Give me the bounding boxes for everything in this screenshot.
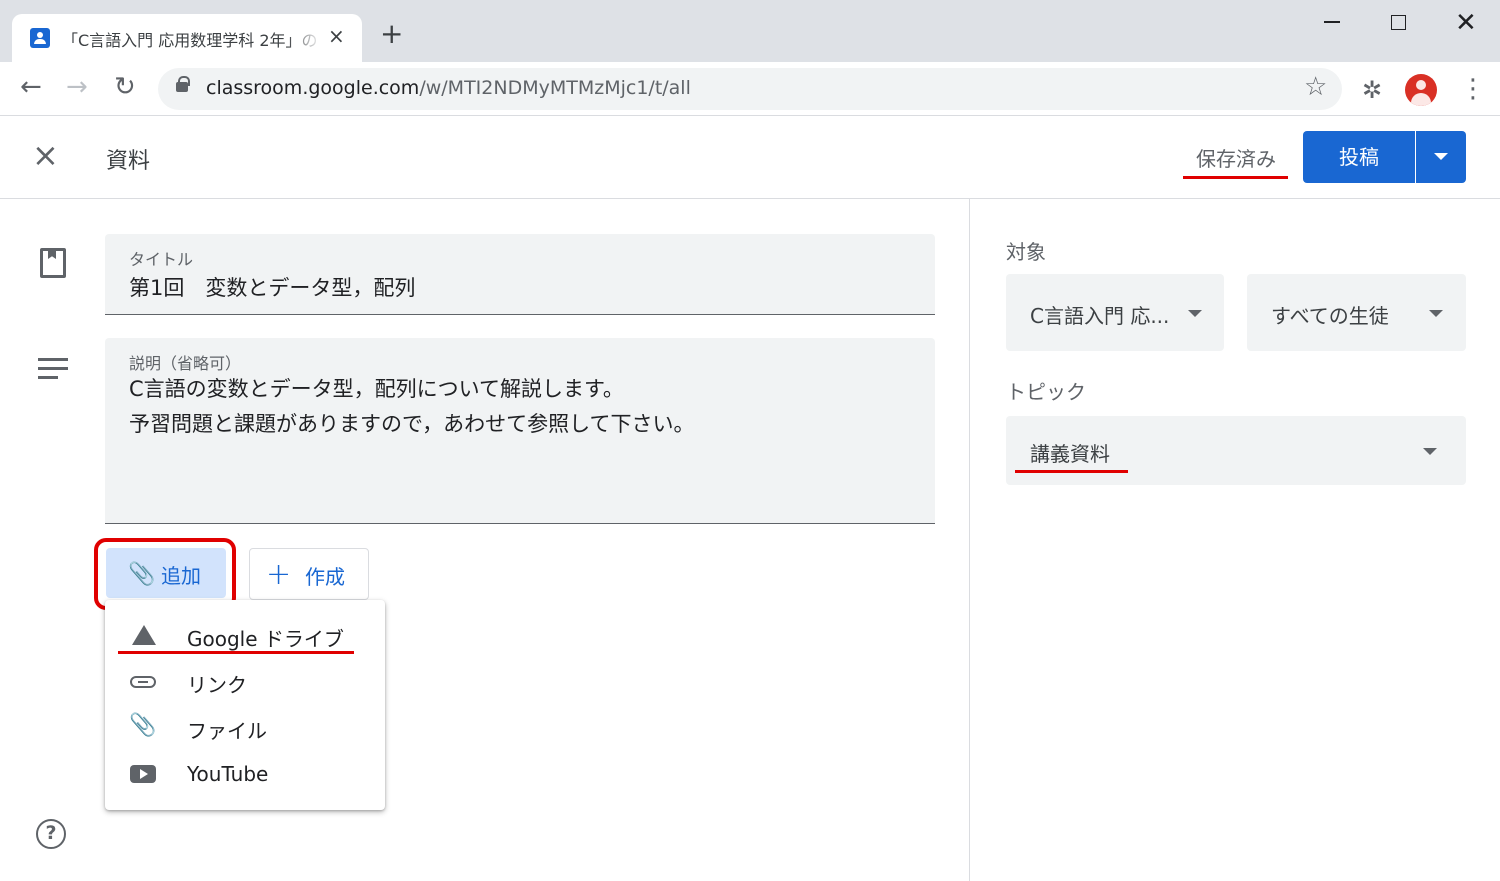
drive-highlight-underline: [118, 651, 354, 654]
lock-icon: [176, 76, 190, 92]
window-close-icon[interactable]: ✕: [1455, 8, 1477, 38]
paperclip-icon: 📎: [129, 713, 157, 738]
app-header: × 資料 保存済み 投稿: [0, 117, 1500, 199]
extensions-icon[interactable]: ✲: [1362, 76, 1382, 104]
topic-highlight-underline: [1015, 470, 1128, 473]
topic-label: トピック: [1006, 380, 1086, 404]
profile-avatar[interactable]: [1405, 74, 1437, 106]
description-input[interactable]: C言語の変数とデータ型，配列について解説します。 予習問題と課題がありますので，…: [129, 372, 695, 442]
title-input[interactable]: 第1回 変数とデータ型，配列: [129, 272, 415, 302]
create-button[interactable]: + 作成: [249, 548, 369, 600]
help-icon[interactable]: ?: [36, 819, 66, 849]
menu-item-link[interactable]: リンク: [105, 658, 385, 704]
tab-close-icon[interactable]: ×: [328, 24, 345, 48]
class-select[interactable]: C言語入門 応...: [1006, 274, 1224, 351]
close-icon[interactable]: ×: [32, 137, 59, 173]
youtube-icon: [129, 760, 157, 788]
menu-item-file[interactable]: 📎 ファイル: [105, 704, 385, 750]
tab-title: 「C言語入門 応用数理学科 2年」の: [62, 31, 317, 50]
title-field[interactable]: タイトル 第1回 変数とデータ型，配列: [105, 234, 935, 315]
chevron-down-icon: [1429, 310, 1443, 317]
chevron-down-icon: [1423, 448, 1437, 455]
drive-icon: [129, 621, 157, 649]
url-text: classroom.google.com/w/MTI2NDMyMTMzMjc1/…: [206, 77, 691, 99]
browser-tab[interactable]: 「C言語入門 応用数理学科 2年」の ×: [12, 14, 362, 62]
description-field[interactable]: 説明（省略可） C言語の変数とデータ型，配列について解説します。 予習問題と課題…: [105, 338, 935, 524]
post-button[interactable]: 投稿: [1303, 131, 1415, 183]
browser-menu-icon[interactable]: ⋮: [1460, 74, 1486, 104]
back-icon[interactable]: ←: [20, 72, 42, 102]
chevron-down-icon: [1188, 310, 1202, 317]
url-bar[interactable]: classroom.google.com/w/MTI2NDMyMTMzMjc1/…: [158, 68, 1342, 110]
add-menu: Google ドライブ リンク 📎 ファイル YouTube: [105, 600, 385, 810]
address-bar: ← → ↻ classroom.google.com/w/MTI2NDMyMTM…: [0, 62, 1500, 116]
saved-status: 保存済み: [1196, 147, 1276, 171]
description-icon: [38, 358, 68, 385]
minimize-icon[interactable]: [1324, 21, 1340, 23]
bookmark-material-icon: [40, 248, 66, 278]
link-icon: [129, 667, 157, 695]
title-label: タイトル: [129, 250, 194, 269]
description-label: 説明（省略可）: [129, 354, 242, 373]
students-select[interactable]: すべての生徒: [1247, 274, 1466, 351]
bookmark-star-icon[interactable]: ☆: [1304, 72, 1327, 102]
forward-icon[interactable]: →: [66, 72, 88, 102]
saved-highlight-underline: [1183, 176, 1288, 179]
topic-select[interactable]: 講義資料: [1006, 416, 1466, 485]
browser-tab-bar: 「C言語入門 応用数理学科 2年」の × + ✕: [0, 0, 1500, 62]
classroom-favicon-icon: [30, 28, 50, 48]
menu-item-youtube[interactable]: YouTube: [105, 751, 385, 797]
reload-icon[interactable]: ↻: [114, 72, 136, 102]
new-tab-button[interactable]: +: [380, 20, 403, 48]
target-label: 対象: [1006, 240, 1046, 264]
maximize-icon[interactable]: [1391, 15, 1406, 30]
post-options-dropdown-icon[interactable]: [1416, 131, 1466, 183]
page-title: 資料: [106, 149, 151, 174]
plus-icon: +: [266, 557, 292, 592]
